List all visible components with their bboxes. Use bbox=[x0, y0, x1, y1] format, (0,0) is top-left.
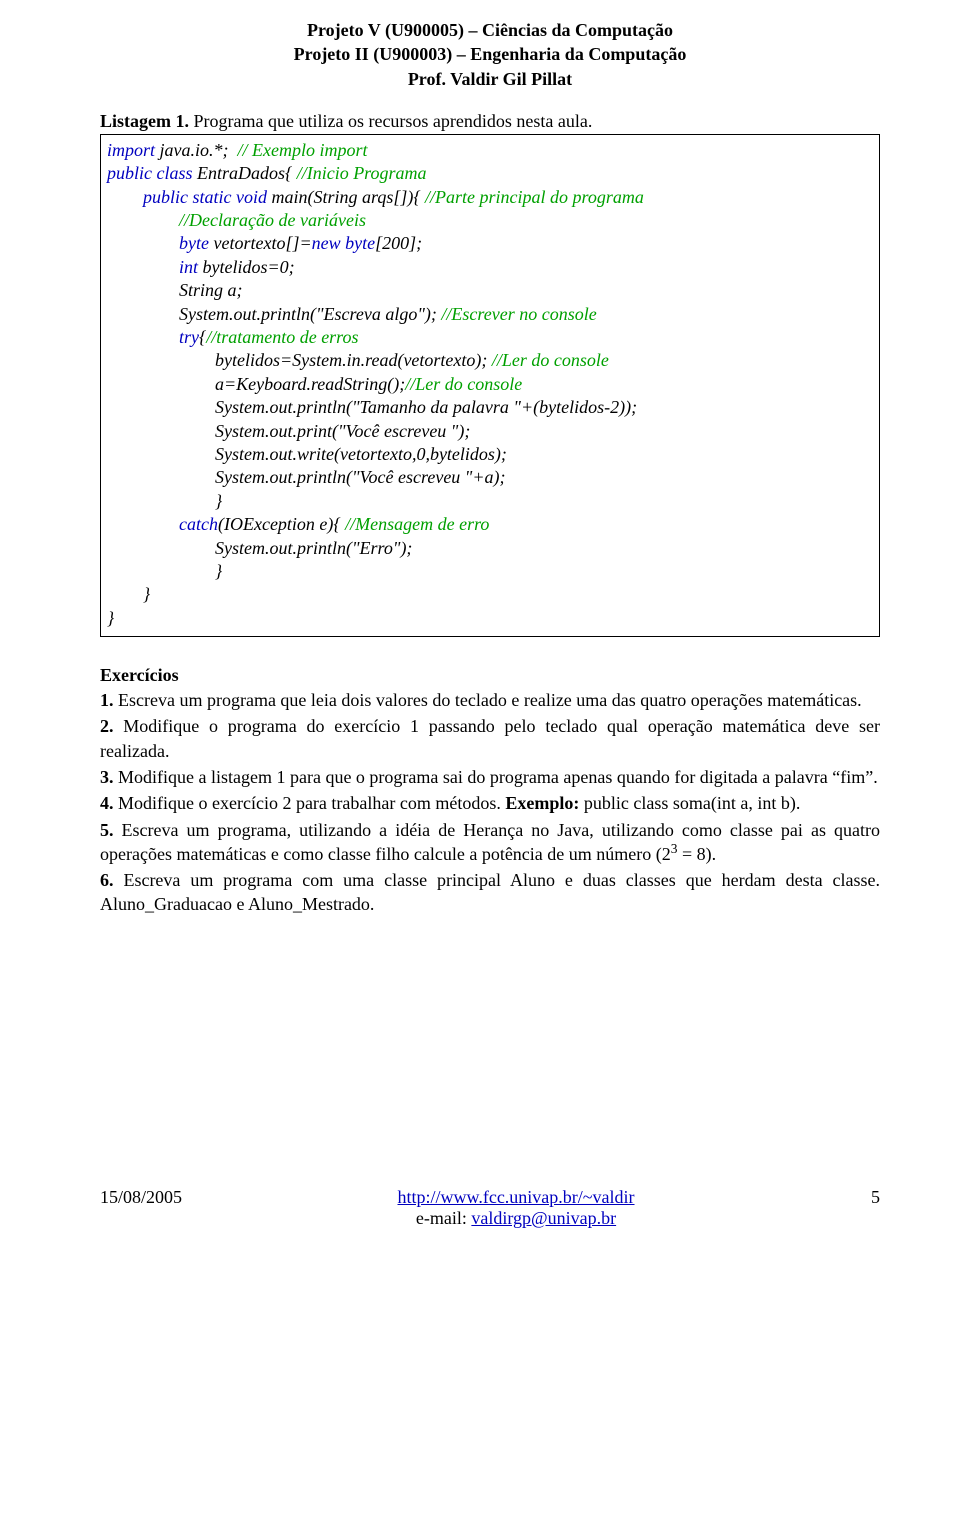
code-comment: // Exemplo import bbox=[238, 140, 368, 160]
code-token: System.out.println("Tamanho da palavra "… bbox=[215, 397, 637, 417]
footer-email-link[interactable]: valdirgp@univap.br bbox=[471, 1208, 616, 1228]
code-token: } bbox=[107, 608, 114, 628]
exercise-text: Escreva um programa com uma classe princ… bbox=[100, 870, 880, 914]
exercise-text: Modifique o exercício 2 para trabalhar c… bbox=[114, 793, 506, 813]
listing-caption-bold: Listagem 1. bbox=[100, 111, 189, 131]
exercise-item: 2. Modifique o programa do exercício 1 p… bbox=[100, 714, 880, 763]
exercises-title: Exercícios bbox=[100, 665, 880, 686]
code-listing-box: import java.io.*; // Exemplo import publ… bbox=[100, 134, 880, 637]
exercise-number: 3. bbox=[100, 767, 114, 787]
exercise-number: 2. bbox=[100, 716, 114, 736]
exercise-item: 4. Modifique o exercício 2 para trabalha… bbox=[100, 791, 880, 815]
exercise-item: 6. Escreva um programa com uma classe pr… bbox=[100, 868, 880, 917]
exercise-number: 4. bbox=[100, 793, 114, 813]
code-comment: //Mensagem de erro bbox=[345, 514, 489, 534]
code-token: [200]; bbox=[375, 233, 422, 253]
exercise-text: Escreva um programa que leia dois valore… bbox=[114, 690, 862, 710]
code-comment: //Ler do console bbox=[492, 350, 609, 370]
footer-center: http://www.fcc.univap.br/~valdir e-mail:… bbox=[182, 1187, 850, 1229]
exercise-text: = 8). bbox=[678, 844, 717, 864]
header-line-3: Prof. Valdir Gil Pillat bbox=[100, 67, 880, 91]
code-token: System.out.write(vetortexto,0,bytelidos)… bbox=[215, 444, 507, 464]
code-token: System.out.println("Escreva algo"); bbox=[179, 304, 441, 324]
exercise-item: 5. Escreva um programa, utilizando a idé… bbox=[100, 818, 880, 867]
document-page: Projeto V (U900005) – Ciências da Comput… bbox=[0, 0, 960, 1259]
code-comment: //tratamento de erros bbox=[206, 327, 358, 347]
code-comment: //Parte principal do programa bbox=[425, 187, 644, 207]
code-token: public class bbox=[107, 163, 193, 183]
exercise-bold: Exemplo: bbox=[505, 793, 579, 813]
code-token: main(String arqs[]){ bbox=[267, 187, 425, 207]
header-line-1: Projeto V (U900005) – Ciências da Comput… bbox=[100, 18, 880, 42]
exercise-number: 6. bbox=[100, 870, 114, 890]
code-token: System.out.println("Erro"); bbox=[215, 538, 412, 558]
exercise-text: public class soma(int a, int b). bbox=[579, 793, 800, 813]
exercise-text: Modifique o programa do exercício 1 pass… bbox=[100, 716, 880, 760]
exercise-number: 1. bbox=[100, 690, 114, 710]
exercise-item: 1. Escreva um programa que leia dois val… bbox=[100, 688, 880, 712]
code-token: import bbox=[107, 140, 155, 160]
code-token: int bbox=[179, 257, 198, 277]
footer-email-label: e-mail: bbox=[416, 1208, 471, 1228]
listing-caption: Listagem 1. Programa que utiliza os recu… bbox=[100, 111, 880, 132]
page-footer: 15/08/2005 http://www.fcc.univap.br/~val… bbox=[100, 1187, 880, 1229]
header-line-2: Projeto II (U900003) – Engenharia da Com… bbox=[100, 42, 880, 66]
page-header: Projeto V (U900005) – Ciências da Comput… bbox=[100, 18, 880, 91]
code-token: vetortexto[]= bbox=[209, 233, 312, 253]
code-token: System.out.print("Você escreveu "); bbox=[215, 421, 470, 441]
code-token: } bbox=[143, 584, 150, 604]
code-comment: //Declaração de variáveis bbox=[179, 210, 366, 230]
code-token: java.io.*; bbox=[155, 140, 238, 160]
listing-caption-rest: Programa que utiliza os recursos aprendi… bbox=[189, 111, 592, 131]
code-comment: //Escrever no console bbox=[441, 304, 596, 324]
code-token: } bbox=[215, 561, 222, 581]
code-token: public static void bbox=[143, 187, 267, 207]
code-token: new byte bbox=[312, 233, 375, 253]
code-token: System.out.println("Você escreveu "+a); bbox=[215, 467, 506, 487]
code-token: String a; bbox=[179, 280, 243, 300]
code-comment: //Ler do console bbox=[405, 374, 522, 394]
footer-page-number: 5 bbox=[850, 1187, 880, 1208]
exercise-text: Escreva um programa, utilizando a idéia … bbox=[100, 820, 880, 864]
code-token: try bbox=[179, 327, 199, 347]
code-comment: //Inicio Programa bbox=[297, 163, 427, 183]
code-token: } bbox=[215, 491, 222, 511]
exercise-item: 3. Modifique a listagem 1 para que o pro… bbox=[100, 765, 880, 789]
code-token: bytelidos=0; bbox=[198, 257, 295, 277]
code-token: EntraDados{ bbox=[193, 163, 297, 183]
code-token: catch bbox=[179, 514, 218, 534]
footer-date: 15/08/2005 bbox=[100, 1187, 182, 1208]
code-token: (IOException e){ bbox=[218, 514, 345, 534]
exercise-text: Modifique a listagem 1 para que o progra… bbox=[114, 767, 878, 787]
exercise-number: 5. bbox=[100, 820, 114, 840]
code-token: byte bbox=[179, 233, 209, 253]
footer-url-link[interactable]: http://www.fcc.univap.br/~valdir bbox=[398, 1187, 635, 1207]
exercise-superscript: 3 bbox=[671, 841, 678, 856]
code-token: bytelidos=System.in.read(vetortexto); bbox=[215, 350, 492, 370]
code-token: a=Keyboard.readString(); bbox=[215, 374, 405, 394]
